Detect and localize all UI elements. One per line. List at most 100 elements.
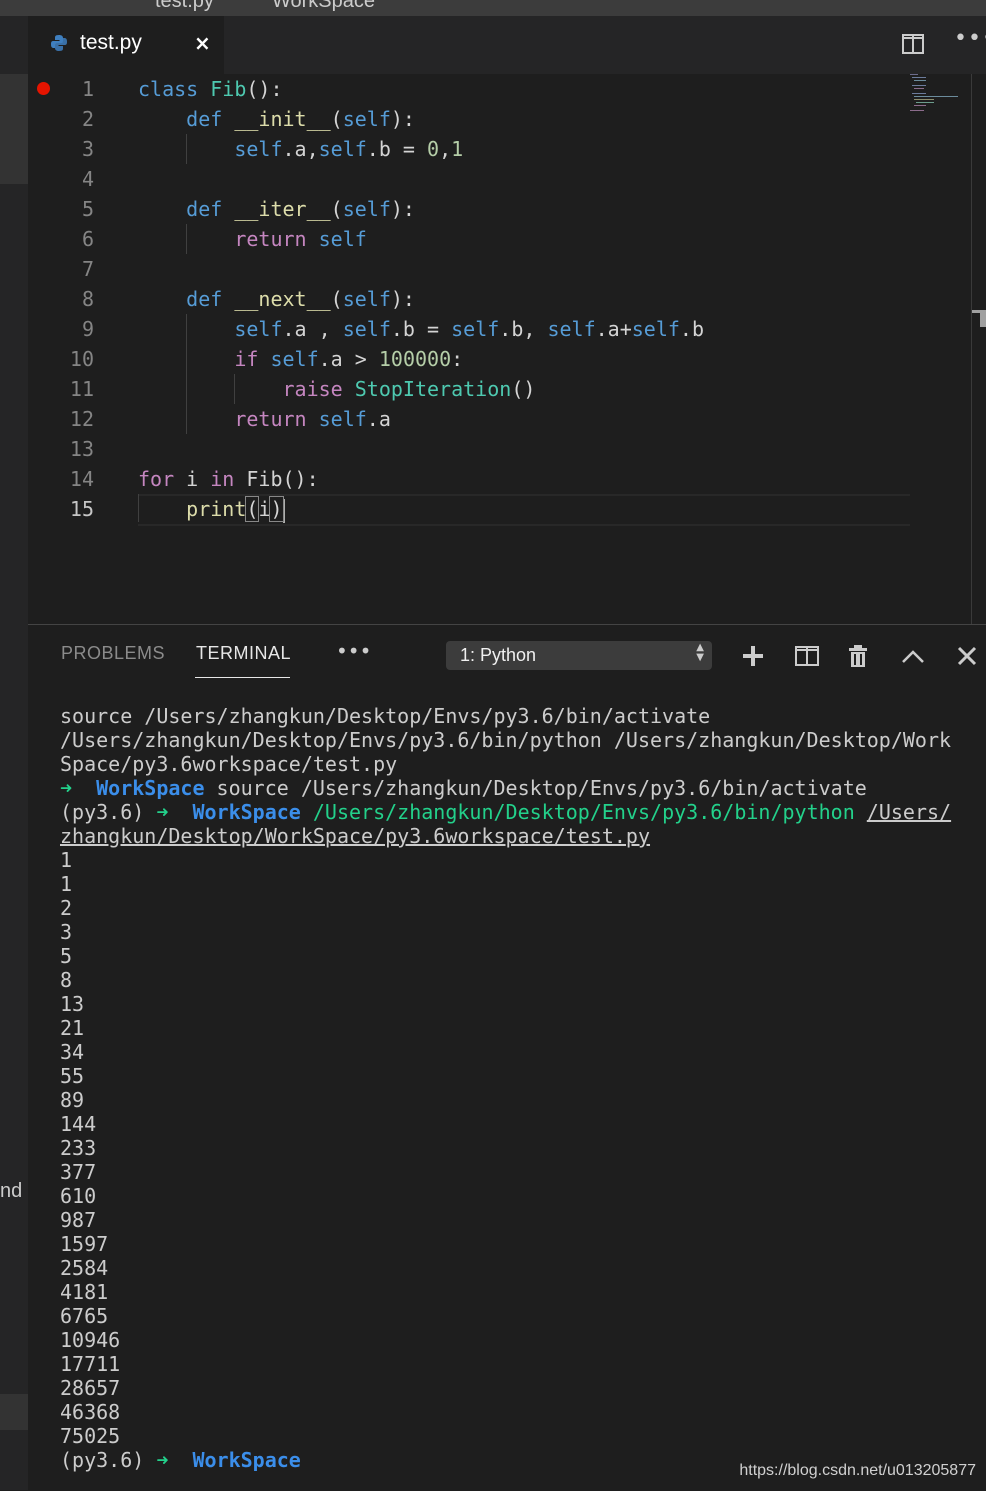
activity-bar-item[interactable] [0,74,28,184]
split-editor-icon[interactable] [902,34,924,54]
terminal-line: 233 [60,1136,970,1160]
terminal-text: /Users/zhangkun/Desktop/Envs/py3.6/bin/p… [312,800,855,824]
code-text: def __next__(self): [138,284,415,314]
code-line[interactable]: 7 [28,254,928,284]
tab-terminal[interactable]: TERMINAL [196,643,291,664]
code-line[interactable]: 3 self.a,self.b = 0,1 [28,134,928,164]
code-token: self [270,347,319,371]
code-token: __init__ [234,107,331,131]
terminal-line: /Users/zhangkun/Desktop/Envs/py3.6/bin/p… [60,728,970,752]
code-token: __next__ [234,287,331,311]
editor-scrollbar[interactable] [971,74,972,624]
terminal-select[interactable]: 1: Python ▲ ▼ [446,641,712,670]
line-number: 14 [69,467,94,491]
terminal-line: 46368 [60,1400,970,1424]
code-token: self [234,137,283,161]
terminal-text: WorkSpace [96,776,205,800]
code-token: def [186,107,223,131]
terminal-text: 144 [60,1112,97,1136]
more-actions-icon[interactable]: ••• [954,26,986,51]
code-line[interactable]: 11 raise StopIteration() [28,374,928,404]
code-text: raise StopIteration() [138,374,536,404]
code-line[interactable]: 6 return self [28,224,928,254]
terminal-text: 2 [60,896,73,920]
code-token: (): [282,467,319,491]
code-text: self.a,self.b = 0,1 [138,134,463,164]
terminal-output[interactable]: source /Users/zhangkun/Desktop/Envs/py3.… [60,704,970,1472]
code-line[interactable]: 15 print(i) [28,494,928,524]
activity-bar-item[interactable] [0,1394,28,1430]
code-text: def __iter__(self): [138,194,415,224]
trash-icon[interactable] [845,643,871,669]
panel-more-icon[interactable]: ••• [336,639,371,663]
terminal-text: ➜ [156,1448,169,1472]
close-icon[interactable]: × [194,31,211,55]
terminal-line: 4181 [60,1280,970,1304]
terminal-text: 1597 [60,1232,109,1256]
close-panel-icon[interactable] [954,643,980,669]
terminal-text: 10946 [60,1328,121,1352]
terminal-text: 28657 [60,1376,121,1400]
maximize-panel-icon[interactable] [900,643,926,669]
text-cursor [282,498,285,523]
code-line[interactable]: 13 [28,434,928,464]
terminal-text: 6765 [60,1304,109,1328]
line-number: 8 [81,287,94,311]
code-line[interactable]: 10 if self.a > 100000: [28,344,928,374]
minimap[interactable] [910,74,972,114]
code-line[interactable]: 14 for i in Fib(): [28,464,928,494]
terminal-text: 55 [60,1064,85,1088]
line-number: 15 [69,497,94,521]
code-line[interactable]: 4 [28,164,928,194]
line-number: 12 [69,407,94,431]
bottom-panel: PROBLEMS TERMINAL ••• 1: Python ▲ ▼ sourc… [28,624,986,1491]
code-token: .a+ [595,317,632,341]
window-title-file: test.py [155,0,214,12]
watermark-url: https://blog.csdn.net/u013205877 [739,1462,976,1479]
code-token: 100000 [378,347,452,371]
tab-problems[interactable]: PROBLEMS [61,643,165,664]
terminal-line: source /Users/zhangkun/Desktop/Envs/py3.… [60,704,970,728]
tab-test-py[interactable]: test.py × [28,16,224,74]
active-tab-indicator [195,677,290,678]
code-text: return self [138,224,366,254]
code-token: __iter__ [234,197,331,221]
code-token: .b, [499,317,548,341]
line-number: 6 [81,227,94,251]
terminal-text: 89 [60,1088,85,1112]
code-token: Fib [210,77,247,101]
code-line[interactable]: 8 def __next__(self): [28,284,928,314]
code-line[interactable]: 5 def __iter__(self): [28,194,928,224]
code-line[interactable]: 1 class Fib(): [28,74,928,104]
line-number: 3 [81,137,94,161]
terminal-text: /Users/zhangkun/Desktop/Envs/py3.6/bin/p… [60,728,952,752]
terminal-text: 377 [60,1160,97,1184]
code-token: ( [330,197,343,221]
code-token: self [342,107,391,131]
editor-tab-bar: test.py × ••• [28,16,986,74]
code-text: print(i) [138,494,285,524]
add-terminal-icon[interactable] [740,643,766,669]
split-terminal-icon[interactable] [794,643,820,669]
terminal-line: 610 [60,1184,970,1208]
code-token: return [234,227,307,251]
code-token: ( [330,107,343,131]
code-line[interactable]: 2 def __init__(self): [28,104,928,134]
code-line[interactable]: 12 return self.a [28,404,928,434]
line-number: 7 [81,257,94,281]
terminal-text: zhangkun/Desktop/WorkSpace/py3.6workspac… [60,824,651,848]
code-token: StopIteration [354,377,512,401]
code-editor[interactable]: 1 class Fib(): 2 def __init__(self): 3 self… [28,74,986,624]
code-token: ): [390,197,415,221]
terminal-text: 610 [60,1184,97,1208]
code-token: .a > [318,347,379,371]
code-text: for i in Fib(): [138,464,319,494]
code-line[interactable]: 9 self.a , self.b = self.b, self.a+self.… [28,314,928,344]
